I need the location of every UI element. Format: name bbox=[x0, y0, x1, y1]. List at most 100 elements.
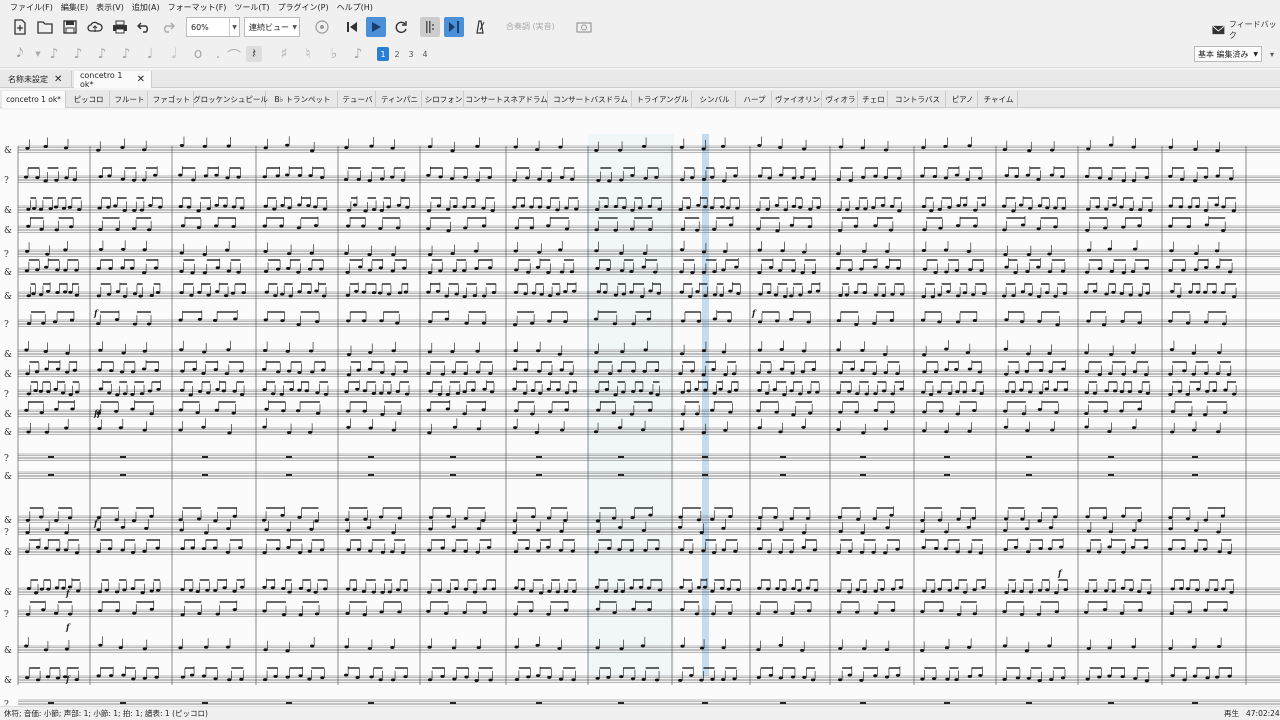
notehead bbox=[710, 408, 715, 412]
undo-icon[interactable] bbox=[134, 17, 154, 37]
play-repeats-icon[interactable] bbox=[420, 17, 440, 37]
document-tab-untitled[interactable]: 名称未設定 ✕ bbox=[2, 71, 72, 88]
print-icon[interactable] bbox=[110, 17, 130, 37]
notehead bbox=[64, 176, 69, 180]
menu-plugins[interactable]: プラグイン(P) bbox=[274, 2, 333, 13]
sixty-fourth-note-icon[interactable]: ♪ bbox=[46, 46, 62, 62]
notehead bbox=[1214, 203, 1219, 207]
notehead bbox=[1048, 526, 1053, 530]
part-tab[interactable]: トライアングル bbox=[634, 91, 692, 108]
dot-icon[interactable]: . bbox=[210, 46, 226, 62]
note-input-mode-icon[interactable]: 𝅘𝅥𝅮 bbox=[12, 46, 28, 61]
whole-note-icon[interactable]: o bbox=[190, 46, 206, 62]
menu-view[interactable]: 表示(V) bbox=[92, 2, 128, 13]
toolbar-overflow-icon[interactable]: ▾ bbox=[1264, 50, 1280, 59]
play-icon[interactable] bbox=[366, 17, 386, 37]
notehead bbox=[859, 550, 865, 554]
eighth-note-icon[interactable]: ♪ bbox=[118, 46, 134, 62]
part-tab[interactable]: チェロ bbox=[860, 91, 888, 108]
flip-direction-icon[interactable]: ♪ bbox=[350, 46, 366, 62]
rest-icon[interactable]: 𝄽 bbox=[246, 46, 262, 62]
cloud-upload-icon[interactable] bbox=[85, 17, 105, 37]
natural-icon[interactable]: ♮ bbox=[300, 46, 316, 62]
notehead bbox=[46, 390, 51, 394]
part-tab[interactable]: コントラバス bbox=[890, 91, 946, 108]
voice-2-button[interactable]: 2 bbox=[391, 47, 403, 61]
part-tab[interactable]: シロフォン bbox=[424, 91, 464, 108]
part-tab[interactable]: コンサートスネアドラム bbox=[465, 91, 548, 108]
part-tab[interactable]: フルート bbox=[112, 91, 148, 108]
notehead bbox=[140, 591, 145, 595]
workspace-select[interactable]: 基本 編集済み ▼ bbox=[1194, 46, 1262, 62]
new-file-icon[interactable] bbox=[10, 17, 30, 37]
part-tab[interactable]: シンバル bbox=[694, 91, 736, 108]
part-tab[interactable]: ハープ bbox=[738, 91, 772, 108]
menu-add[interactable]: 追加(A) bbox=[128, 2, 164, 13]
notehead bbox=[308, 174, 313, 178]
half-note-icon[interactable]: 𝅗𝅥 bbox=[166, 46, 182, 62]
quarter-note-icon[interactable]: ♩ bbox=[142, 46, 158, 62]
view-mode-select[interactable]: 連続ビュー ▼ bbox=[244, 17, 300, 37]
notehead bbox=[471, 388, 476, 392]
notehead bbox=[1083, 610, 1089, 614]
notehead bbox=[1195, 588, 1200, 592]
loop-icon[interactable] bbox=[391, 17, 411, 37]
part-tab[interactable]: ピアノ bbox=[948, 91, 978, 108]
close-icon[interactable]: ✕ bbox=[137, 74, 145, 85]
notehead bbox=[679, 585, 684, 589]
notehead bbox=[1179, 177, 1185, 181]
part-tab[interactable]: コンサートバスドラム bbox=[550, 91, 632, 108]
notehead bbox=[427, 678, 433, 682]
zoom-select[interactable]: 60% ▼ bbox=[186, 17, 240, 37]
part-tab[interactable]: チャイム bbox=[980, 91, 1018, 108]
notehead bbox=[1203, 413, 1208, 417]
open-folder-icon[interactable] bbox=[35, 17, 55, 37]
tie-icon[interactable]: ⌒ bbox=[226, 46, 242, 66]
menu-edit[interactable]: 編集(E) bbox=[57, 2, 92, 13]
menu-file[interactable]: ファイル(F) bbox=[6, 2, 57, 13]
part-tab[interactable]: グロッケンシュピール bbox=[193, 91, 268, 108]
notehead bbox=[558, 548, 563, 552]
metronome-dial-icon[interactable] bbox=[312, 17, 332, 37]
part-tab[interactable]: concetro 1 ok* bbox=[2, 91, 66, 108]
menu-tools[interactable]: ツール(T) bbox=[230, 2, 273, 13]
notehead bbox=[427, 271, 433, 275]
part-tab[interactable]: ヴィオラ bbox=[824, 91, 858, 108]
pan-score-icon[interactable] bbox=[444, 17, 464, 37]
close-icon[interactable]: ✕ bbox=[54, 74, 62, 85]
flat-icon[interactable]: ♭ bbox=[326, 46, 342, 62]
feedback-button[interactable]: フィードバック bbox=[1212, 19, 1280, 41]
camera-icon[interactable] bbox=[574, 17, 594, 37]
sixteenth-note-icon[interactable]: ♪ bbox=[94, 46, 110, 62]
redo-icon[interactable] bbox=[158, 17, 178, 37]
notehead bbox=[836, 266, 841, 270]
chevron-down-icon: ▼ bbox=[292, 23, 297, 31]
sharp-icon[interactable]: ♯ bbox=[276, 46, 292, 62]
notehead bbox=[1195, 204, 1200, 208]
rewind-icon[interactable] bbox=[342, 17, 362, 37]
voice-4-button[interactable]: 4 bbox=[419, 47, 431, 61]
notehead bbox=[1191, 372, 1196, 376]
part-tab[interactable]: ファゴット bbox=[150, 91, 194, 108]
notehead bbox=[873, 392, 878, 396]
save-icon[interactable] bbox=[60, 17, 80, 37]
concert-pitch-toggle[interactable]: 合奏調 (実音) bbox=[506, 21, 555, 32]
notehead bbox=[899, 387, 904, 391]
part-tab[interactable]: B♭ トランペット bbox=[268, 91, 338, 108]
menu-help[interactable]: ヘルプ(H) bbox=[333, 2, 377, 13]
notehead bbox=[629, 290, 634, 294]
part-tab[interactable]: ティンパニ bbox=[378, 91, 422, 108]
notehead bbox=[64, 426, 69, 430]
chevron-down-icon[interactable]: ▼ bbox=[30, 50, 46, 58]
voice-3-button[interactable]: 3 bbox=[405, 47, 417, 61]
score-canvas[interactable]: &? & &? & &? & &? & &? & &? & &? & &? f f ff f f f f f bbox=[0, 110, 1280, 710]
part-tab[interactable]: ピッコロ bbox=[68, 91, 110, 108]
voice-1-button[interactable]: 1 bbox=[377, 47, 389, 61]
metronome-icon[interactable] bbox=[470, 17, 490, 37]
menu-format[interactable]: フォーマット(F) bbox=[164, 2, 231, 13]
document-tab-concetro[interactable]: concetro 1 ok* ✕ bbox=[74, 71, 152, 89]
thirty-second-note-icon[interactable]: ♪ bbox=[70, 46, 86, 62]
part-tab[interactable]: テューバ bbox=[340, 91, 376, 108]
part-tab[interactable]: ヴァイオリン bbox=[774, 91, 822, 108]
notehead bbox=[1095, 205, 1100, 209]
